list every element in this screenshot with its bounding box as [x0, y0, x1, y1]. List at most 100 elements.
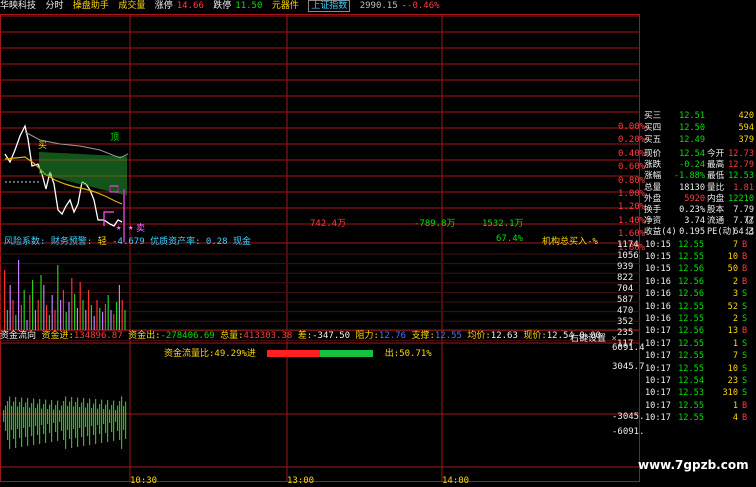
tick-time: 10:15 — [645, 239, 671, 250]
volume-tick: 704 — [617, 284, 634, 294]
flow-tick: 6091.4 — [612, 343, 645, 353]
flow-bar-down — [27, 414, 29, 446]
flow-bar-down — [31, 414, 33, 436]
tick-price: 12.55 — [678, 314, 704, 324]
volume-bar — [4, 270, 6, 330]
quality-label: 优质资产率: — [150, 237, 201, 247]
flow-bar-down — [93, 414, 95, 435]
limit-up-label: 涨停 — [154, 1, 173, 11]
orderbook-row[interactable]: 买五 12.49 379 — [641, 135, 756, 146]
tick-time: 10:17 — [645, 388, 671, 399]
flow-bar-down — [75, 414, 77, 438]
flow-bar-down — [23, 414, 25, 428]
flow-bar-up — [15, 397, 17, 414]
flow-bar-up — [43, 404, 45, 414]
orderbook-row[interactable]: 买三 12.51 420 — [641, 111, 756, 122]
tick-time: 10:17 — [645, 413, 671, 424]
flow-bar-up — [111, 405, 113, 414]
quote-label: 最高 — [707, 160, 725, 171]
flow-bar-up — [113, 400, 115, 414]
tab-trade-assistant[interactable]: 操盘助手 — [73, 1, 109, 11]
quote-value: 3.74 — [684, 216, 705, 227]
flow-ratio-out: 出:50.71% — [384, 349, 432, 359]
limit-down-label: 跌停 — [213, 1, 232, 11]
quote-row: 涨幅 -1.88% 最低 12.53 — [641, 171, 756, 182]
flow-bar-down — [53, 414, 55, 423]
volume-bar — [96, 300, 98, 330]
support-label: 支撑: — [411, 331, 435, 341]
volume-bar — [43, 285, 45, 330]
intraday-chart[interactable]: ★ ★ — [0, 14, 640, 484]
tick-price: 12.56 — [678, 276, 704, 287]
tick-side: B — [742, 413, 748, 424]
flow-bar-down — [91, 414, 93, 426]
orderbook-row[interactable]: 买四 12.50 594 — [641, 123, 756, 134]
tick-volume: 50 — [727, 264, 738, 275]
sector-label[interactable]: 元器件 — [272, 1, 299, 11]
volume-bar — [118, 285, 120, 330]
settings-label[interactable]: 右键设置 — [570, 334, 606, 344]
flow-bar-down — [63, 414, 65, 440]
flow-bar-up — [69, 401, 71, 414]
volume-bar — [62, 290, 64, 330]
quote-value: 12.79 — [728, 160, 754, 171]
flow-bar-up — [51, 400, 53, 414]
quote-value: -1.88% — [673, 171, 705, 182]
flow-bar-down — [119, 414, 121, 440]
flow-bar-up — [7, 401, 9, 414]
flow-ratio-in: 资金流量比:49.29%进 — [164, 349, 256, 359]
tick-time: 10:17 — [645, 338, 671, 349]
flow-bar-down — [99, 414, 101, 434]
volume-bar — [68, 302, 70, 330]
tick-side: S — [742, 301, 748, 312]
flow-title[interactable]: 资金流向 — [0, 331, 36, 341]
quote-label: 最低 — [707, 171, 725, 182]
flow-bar-up — [87, 403, 89, 414]
flow-bar-up — [97, 408, 99, 414]
tick-side: S — [742, 363, 748, 374]
tick-side: B — [742, 239, 748, 250]
tick-side: B — [742, 326, 748, 337]
right-click-settings[interactable]: 右键设置 × — [570, 331, 617, 344]
tick-row: 10:15 12.55 10 B — [641, 252, 756, 263]
tick-row: 10:17 12.55 1 B — [641, 401, 756, 412]
stock-name[interactable]: 华映科技 — [0, 1, 36, 11]
flow-bar-up — [39, 399, 41, 414]
flow-bar-down — [57, 414, 59, 441]
quote-value: 12210 — [728, 193, 754, 204]
tick-side: S — [742, 351, 748, 362]
orderbook-price: 12.51 — [679, 111, 705, 121]
flow-bar-down — [17, 414, 19, 429]
index-change: -0.46% — [407, 1, 440, 11]
flow-bar-up — [109, 409, 111, 414]
volume-bar — [121, 300, 123, 330]
flow-bar-up — [19, 402, 21, 414]
now-label: 现价: — [523, 331, 547, 341]
volume-tick: 822 — [617, 273, 634, 283]
tick-row: 10:16 12.55 52 S — [641, 302, 756, 313]
index-box[interactable]: 上证指数 — [308, 0, 351, 12]
risk-num: -4.679 — [112, 237, 145, 247]
chart-frame — [0, 14, 640, 482]
volume-tick: 470 — [617, 306, 634, 316]
avg-label: 均价: — [467, 331, 491, 341]
flow-tick: -6091. — [612, 427, 645, 437]
volume-bar — [107, 295, 109, 330]
flow-bar-down — [117, 414, 119, 431]
quote-label: 涨跌 — [644, 160, 662, 171]
flow-bar-up — [103, 409, 105, 414]
volume-bar — [102, 312, 104, 330]
volume-bar — [32, 280, 34, 330]
flow-bar-down — [21, 414, 23, 447]
risk-prefix: 风险系数: — [4, 237, 46, 247]
flow-bar-down — [107, 414, 109, 442]
quote-value: 0.195 — [679, 227, 705, 238]
money-flow-bars — [3, 396, 127, 449]
flow-tick: -3045. — [612, 412, 645, 422]
tab-intraday[interactable]: 分时 — [45, 1, 63, 11]
tick-row: 10:17 12.53 310 S — [641, 388, 756, 399]
flow-bar-up — [73, 406, 75, 414]
flow-bar-up — [31, 403, 33, 414]
flow-bar-up — [89, 398, 91, 414]
flow-ratio-fill — [267, 350, 320, 357]
